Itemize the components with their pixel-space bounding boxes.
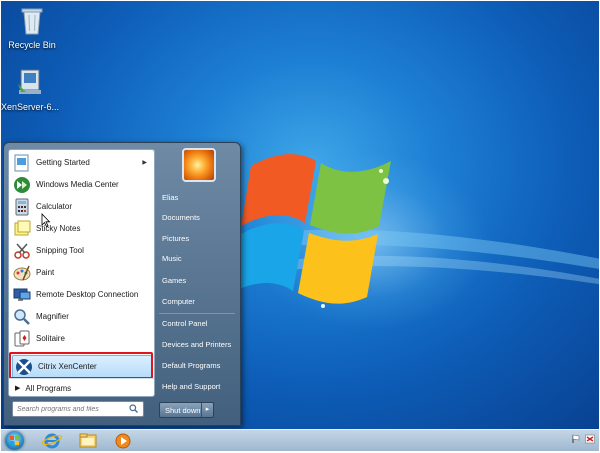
network-alert-icon[interactable] bbox=[585, 434, 595, 444]
program-paint[interactable]: Paint bbox=[11, 262, 151, 283]
windows-flag-icon bbox=[10, 436, 19, 445]
all-programs-button[interactable]: ▶ All Programs bbox=[9, 378, 154, 397]
submenu-arrow-icon: ▶ bbox=[142, 160, 147, 166]
program-remote-desktop[interactable]: Remote Desktop Connection bbox=[11, 284, 151, 305]
menu-separator bbox=[159, 313, 235, 314]
program-magnifier[interactable]: Magnifier bbox=[11, 306, 151, 327]
right-item-help-support[interactable]: Help and Support bbox=[159, 378, 242, 396]
right-item-user[interactable]: Elias bbox=[159, 189, 242, 207]
desktop-icon-recycle-bin[interactable]: Recycle Bin bbox=[1, 4, 63, 50]
windows-logo bbox=[241, 154, 391, 308]
desktop-icon-label: Recycle Bin bbox=[8, 40, 56, 50]
search-icon[interactable] bbox=[129, 403, 138, 415]
media-center-icon bbox=[14, 176, 30, 193]
program-solitaire[interactable]: Solitaire bbox=[11, 328, 151, 349]
right-item-music[interactable]: Music bbox=[159, 250, 242, 268]
right-item-documents[interactable]: Documents bbox=[159, 209, 242, 227]
right-item-control-panel[interactable]: Control Panel bbox=[159, 315, 242, 333]
magnifier-icon bbox=[14, 308, 30, 325]
mouse-cursor-icon bbox=[41, 213, 51, 227]
system-tray bbox=[571, 434, 595, 444]
right-item-default-programs[interactable]: Default Programs bbox=[159, 357, 242, 375]
xenserver-installer-icon bbox=[18, 69, 41, 94]
media-player-icon bbox=[115, 433, 131, 449]
internet-explorer-icon bbox=[41, 433, 63, 449]
user-picture[interactable] bbox=[182, 148, 216, 182]
windows-explorer-icon bbox=[79, 433, 97, 448]
right-triangle-icon: ▶ bbox=[15, 385, 21, 392]
annotation-highlight-box bbox=[9, 352, 153, 379]
taskbar-media-player[interactable] bbox=[112, 431, 134, 450]
right-item-devices-printers[interactable]: Devices and Printers bbox=[159, 336, 242, 354]
right-item-computer[interactable]: Computer bbox=[159, 293, 242, 311]
program-snipping-tool[interactable]: Snipping Tool bbox=[11, 240, 151, 261]
calculator-icon bbox=[15, 198, 29, 215]
program-calculator[interactable]: Calculator bbox=[11, 196, 151, 217]
program-sticky-notes[interactable]: Sticky Notes bbox=[11, 218, 151, 239]
start-button[interactable] bbox=[5, 431, 24, 450]
snipping-tool-icon bbox=[14, 243, 30, 259]
solitaire-icon bbox=[14, 330, 30, 346]
taskbar bbox=[1, 429, 599, 451]
right-item-pictures[interactable]: Pictures bbox=[159, 230, 242, 248]
desktop: Recycle Bin XenServer-6... Getting Start… bbox=[1, 1, 599, 429]
programs-pane: Getting Started ▶ Windows Media Center C… bbox=[8, 149, 155, 397]
program-getting-started[interactable]: Getting Started ▶ bbox=[11, 152, 151, 173]
remote-desktop-icon bbox=[13, 288, 31, 301]
desktop-icon-label: XenServer-6... bbox=[1, 102, 60, 112]
action-center-flag-icon[interactable] bbox=[571, 434, 581, 444]
recycle-bin-icon bbox=[21, 8, 43, 35]
right-item-games[interactable]: Games bbox=[159, 272, 242, 290]
search-box[interactable] bbox=[12, 401, 144, 417]
paint-icon bbox=[13, 265, 31, 280]
start-menu: Getting Started ▶ Windows Media Center C… bbox=[3, 142, 241, 426]
search-input[interactable] bbox=[13, 403, 129, 415]
taskbar-internet-explorer[interactable] bbox=[41, 431, 63, 450]
desktop-icon-xenserver[interactable]: XenServer-6... bbox=[1, 66, 61, 112]
getting-started-icon bbox=[14, 154, 29, 171]
sticky-notes-icon bbox=[14, 220, 31, 235]
program-windows-media-center[interactable]: Windows Media Center bbox=[11, 174, 151, 195]
taskbar-windows-explorer[interactable] bbox=[77, 431, 99, 450]
shutdown-button[interactable]: Shut down ▸ bbox=[159, 402, 214, 418]
shutdown-options-arrow[interactable]: ▸ bbox=[201, 403, 213, 417]
